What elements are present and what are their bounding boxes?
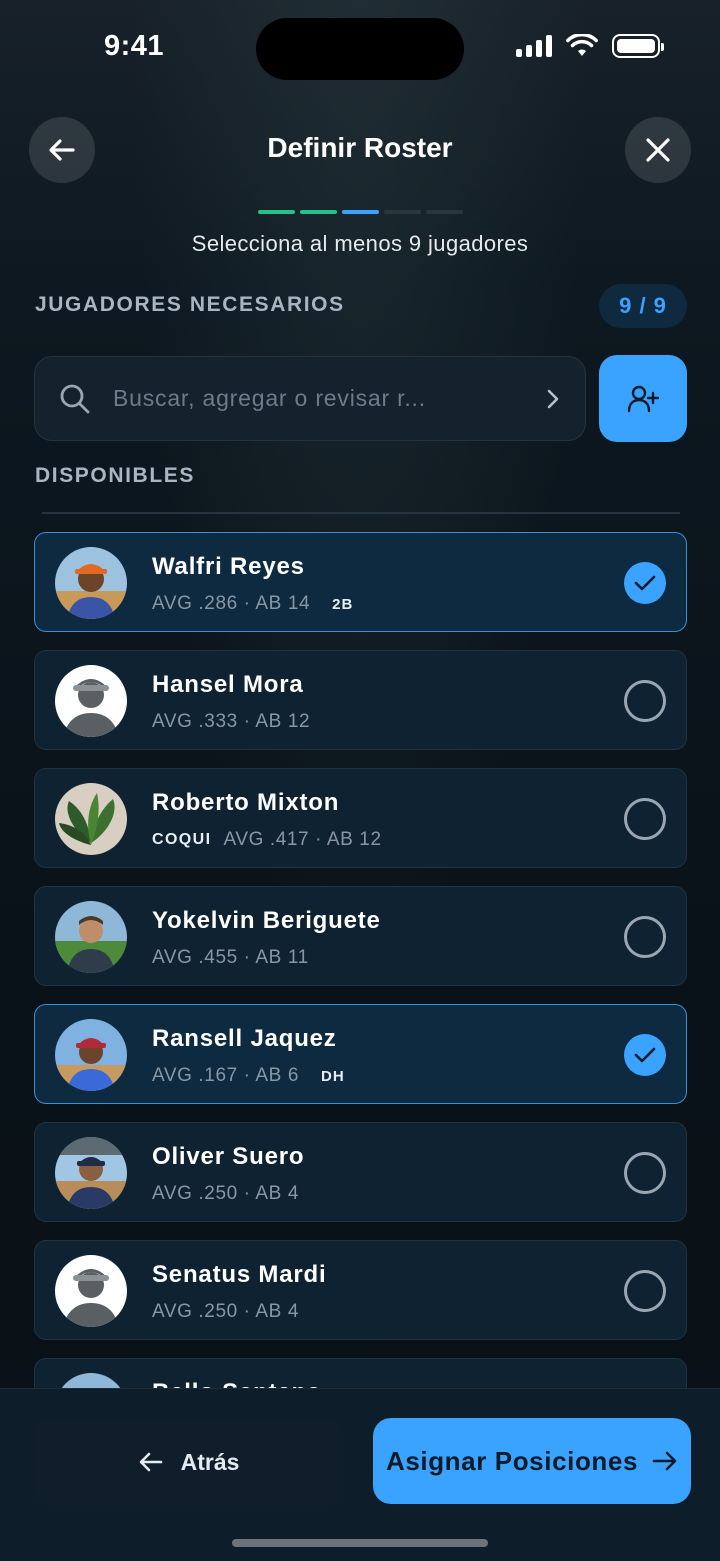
player-name: Yokelvin Beriguete [152, 907, 381, 934]
wifi-icon [566, 34, 598, 56]
player-avatar [55, 783, 127, 855]
player-meta: AVG .286 · AB 14 2B [152, 593, 353, 615]
player-row[interactable]: Hansel Mora AVG .333 · AB 12 [34, 650, 687, 750]
player-stats: AVG .250 · AB 4 [152, 1301, 300, 1322]
team-tag: COQUI [152, 831, 212, 848]
progress-segment [300, 210, 337, 214]
player-name: Hansel Mora [152, 671, 304, 698]
player-name: Ransell Jaquez [152, 1025, 337, 1052]
player-list[interactable]: Walfri Reyes AVG .286 · AB 14 2B Hansel Mor… [34, 532, 687, 1388]
player-avatar [55, 1137, 127, 1209]
unchecked-circle-icon[interactable] [624, 1270, 666, 1312]
player-stats: AVG .333 · AB 12 [152, 711, 311, 732]
player-name: Roberto Mixton [152, 789, 340, 816]
battery-icon [612, 34, 664, 58]
close-icon [646, 138, 670, 162]
back-step-label: Atrás [180, 1448, 240, 1475]
position-tag: DH [321, 1067, 345, 1085]
player-meta: COQUI AVG .417 · AB 12 [152, 829, 382, 851]
add-player-button[interactable] [599, 355, 687, 442]
player-row[interactable]: Senatus Mardi AVG .250 · AB 4 [34, 1240, 687, 1340]
player-name: Senatus Mardi [152, 1261, 327, 1288]
position-tag: 2B [332, 595, 354, 613]
chevron-right-icon[interactable] [545, 388, 561, 410]
needed-players-label: JUGADORES NECESARIOS [35, 293, 345, 316]
player-stats: AVG .455 · AB 11 [152, 947, 309, 968]
unchecked-circle-icon[interactable] [624, 916, 666, 958]
player-name: Bello Santana [152, 1379, 321, 1388]
available-label: DISPONIBLES [35, 464, 195, 487]
player-stats: AVG .250 · AB 4 [152, 1183, 300, 1204]
progress-segment [384, 210, 421, 214]
divider [42, 512, 680, 514]
player-stats: AVG .286 · AB 14 [152, 593, 311, 614]
back-step-button[interactable]: Atrás [34, 1419, 344, 1505]
page-title: Definir Roster [267, 132, 453, 163]
page-subtitle: Selecciona al menos 9 jugadores [191, 231, 529, 256]
arrow-right-icon [652, 1451, 677, 1471]
search-box[interactable] [34, 356, 586, 441]
close-button[interactable] [625, 117, 691, 183]
search-icon [60, 384, 90, 413]
player-meta: AVG .250 · AB 4 [152, 1301, 299, 1323]
player-row[interactable]: Oliver Suero AVG .250 · AB 4 [34, 1122, 687, 1222]
player-name: Oliver Suero [152, 1143, 305, 1170]
selected-count-badge: 9 / 9 [599, 284, 687, 328]
player-name: Walfri Reyes [152, 553, 305, 580]
status-time: 9:41 [104, 30, 165, 62]
player-row[interactable]: Roberto Mixton COQUI AVG .417 · AB 12 [34, 768, 687, 868]
player-meta: AVG .455 · AB 11 [152, 947, 309, 969]
player-avatar [55, 1373, 127, 1388]
player-meta: AVG .250 · AB 4 [152, 1183, 299, 1205]
arrow-left-icon [139, 1452, 162, 1472]
footer-bar: Atrás Asignar Posiciones [0, 1388, 720, 1561]
player-avatar [55, 1255, 127, 1327]
home-indicator [232, 1539, 488, 1547]
player-meta: AVG .333 · AB 12 [152, 711, 310, 733]
screen: 9:41 Definir Roster Selecciona al menos … [0, 0, 720, 1561]
progress-segment [342, 210, 379, 214]
player-row[interactable]: Yokelvin Beriguete AVG .455 · AB 11 [34, 886, 687, 986]
player-row[interactable]: Ransell Jaquez AVG .167 · AB 6 DH [34, 1004, 687, 1104]
signal-icon [516, 35, 552, 57]
status-bar: 9:41 [0, 0, 720, 100]
checkmark-icon[interactable] [624, 562, 666, 604]
player-row[interactable]: Walfri Reyes AVG .286 · AB 14 2B [34, 532, 687, 632]
player-meta: AVG .167 · AB 6 DH [152, 1065, 345, 1087]
player-avatar [55, 1019, 127, 1091]
dynamic-island [256, 18, 464, 80]
player-avatar [55, 665, 127, 737]
search-input[interactable] [113, 385, 545, 412]
player-stats: AVG .417 · AB 12 [223, 829, 382, 850]
assign-positions-label: Asignar Posiciones [385, 1445, 639, 1476]
unchecked-circle-icon[interactable] [624, 1152, 666, 1194]
player-row[interactable]: Bello Santana [34, 1358, 687, 1388]
step-progress [258, 210, 463, 214]
assign-positions-button[interactable]: Asignar Posiciones [373, 1418, 691, 1504]
user-plus-icon [627, 385, 659, 412]
player-avatar [55, 901, 127, 973]
status-icons [516, 34, 664, 58]
progress-segment [258, 210, 295, 214]
unchecked-circle-icon[interactable] [624, 680, 666, 722]
unchecked-circle-icon[interactable] [624, 798, 666, 840]
player-avatar [55, 547, 127, 619]
progress-segment [426, 210, 463, 214]
checkmark-icon[interactable] [624, 1034, 666, 1076]
player-stats: AVG .167 · AB 6 [152, 1065, 300, 1086]
